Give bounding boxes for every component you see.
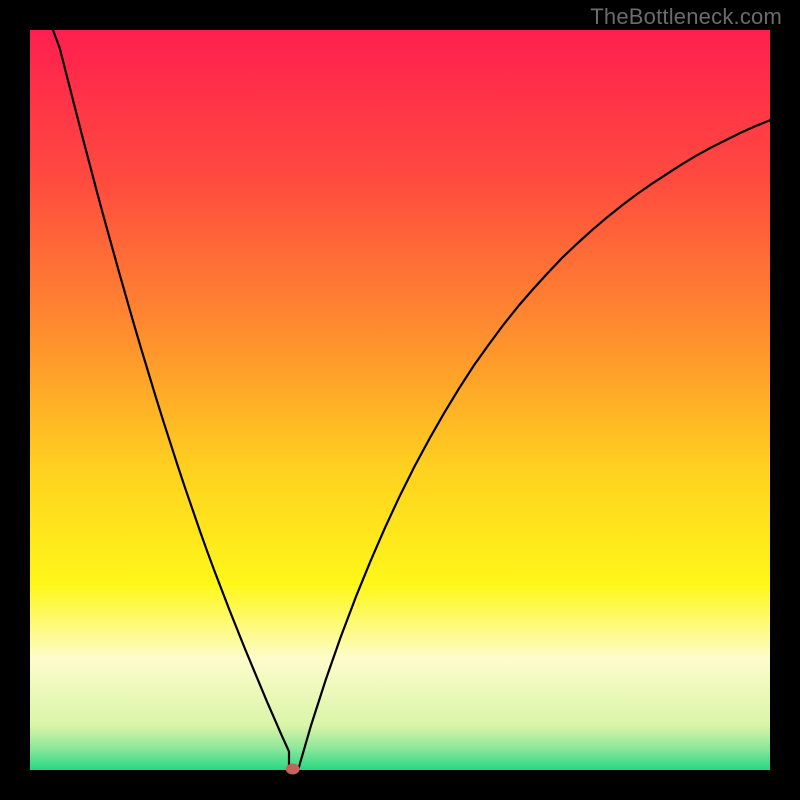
chart-svg bbox=[0, 0, 800, 800]
watermark-text: TheBottleneck.com bbox=[590, 4, 782, 30]
optimum-marker bbox=[286, 764, 300, 775]
plot-background bbox=[30, 30, 770, 770]
chart-frame: TheBottleneck.com bbox=[0, 0, 800, 800]
